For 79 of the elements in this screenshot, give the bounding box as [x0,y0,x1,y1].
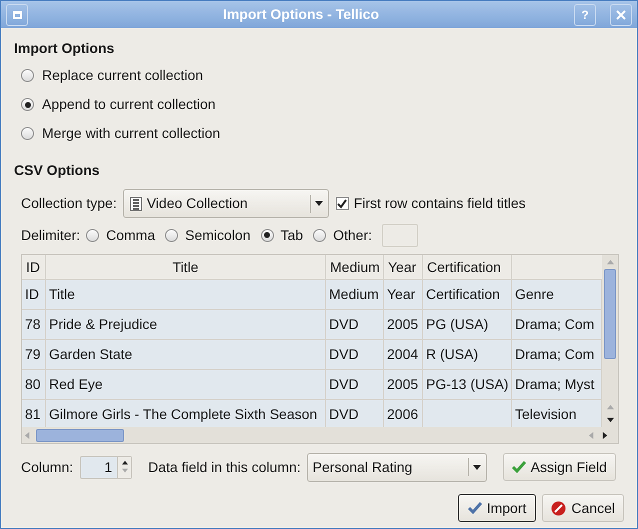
import-button[interactable]: Import [458,494,536,522]
table-cell-text: Medium [329,285,379,304]
table-cell-text: Year [387,285,416,304]
table-cell-text: Title [49,285,75,304]
checkbox[interactable] [336,197,349,210]
field-label: Collection type: [21,194,117,213]
cancel-icon [551,500,566,516]
table-cell-text: DVD [329,315,359,334]
table-cell-text: 78 [25,315,41,334]
other-delimiter-field[interactable] [382,224,418,246]
table-cell-text: Drama; Com [515,315,594,334]
radio-button[interactable] [21,98,34,111]
table-cell-text: PG (USA) [426,315,488,334]
radio-label: Merge with current collection [42,124,220,143]
table-cell-text: 81 [25,405,41,424]
table-cell-text: Red Eye [49,375,103,394]
table-cell-text: Drama; Myst [515,375,594,394]
dropdown-value: Video Collection [146,194,249,213]
check-icon [512,461,526,473]
radio-button[interactable] [260,228,274,242]
check-icon [468,502,482,514]
radio-label: Tab [280,226,304,244]
table-cell-text: 2004 [387,345,418,364]
table-cell-text: DVD [329,345,359,364]
radio-button[interactable] [21,127,34,140]
radio-button[interactable] [21,69,34,82]
up-arrow-icon[interactable] [122,460,128,466]
collection-type-dropdown[interactable]: Video Collection [122,189,329,218]
table-cell-text: 2005 [387,315,418,334]
radio-label: Other: [333,226,372,244]
table-cell-text: 80 [25,375,41,394]
table-cell-text: Gilmore Girls - The Complete Sixth Season [49,405,318,424]
cancel-button[interactable]: Cancel [542,494,624,522]
assign-field-button[interactable]: Assign Field [502,453,616,481]
field-label: Column: [21,458,74,476]
close-icon [616,10,626,20]
table-cell-text: 2005 [387,375,418,394]
data-field-dropdown[interactable]: Personal Rating [306,452,487,482]
section-heading: Import Options [14,39,116,58]
down-arrow-icon[interactable] [606,417,614,424]
radio-button[interactable] [86,228,100,242]
caret-icon [315,201,324,206]
table-cell-text: Television [515,405,576,424]
horizontal-scrollbar[interactable] [22,427,618,443]
table-cell-text: Certification [426,285,500,304]
window-title: Import Options - Tellico [222,5,380,24]
table-cell-text: 2006 [387,405,418,424]
radio-label: Append to current collection [42,95,216,114]
left-arrow-icon[interactable] [588,432,595,438]
table-cell-text: Pride & Prejudice [49,315,158,334]
table-cell-text: Genre [515,285,554,304]
radio-button[interactable] [313,228,326,242]
table-cell-text: DVD [329,405,359,424]
field-label: Delimiter: [21,226,80,244]
column-spinbox[interactable]: 1 [80,456,132,478]
spinbox-value: 1 [103,458,114,476]
dropdown-value: Personal Rating [312,458,414,477]
radio-label: Replace current collection [42,66,204,85]
table-cell-text: Drama; Com [515,345,594,364]
check-icon [337,198,348,208]
radio-button[interactable] [165,228,178,242]
table-cell-text: PG-13 (USA) [426,375,508,394]
left-arrow-icon[interactable] [24,432,31,438]
section-heading: CSV Options [14,161,101,180]
checkbox-label: First row contains field titles [354,194,526,213]
caret-icon [473,464,482,470]
table-cell-text: Garden State [49,345,132,364]
right-arrow-icon[interactable] [602,432,609,438]
table-cell-text: ID [25,285,39,304]
field-label: Data field in this column: [148,458,301,476]
table-cell-text: R (USA) [426,345,478,364]
vertical-scrollbar[interactable] [602,255,618,427]
window-menu-button[interactable] [6,4,28,26]
table-cell-text: 79 [25,345,41,364]
window-icon [12,10,22,18]
table-cell-text: DVD [329,375,359,394]
close-button[interactable] [610,4,632,26]
radio-label: Semicolon [185,226,251,244]
radio-label: Comma [106,226,156,244]
